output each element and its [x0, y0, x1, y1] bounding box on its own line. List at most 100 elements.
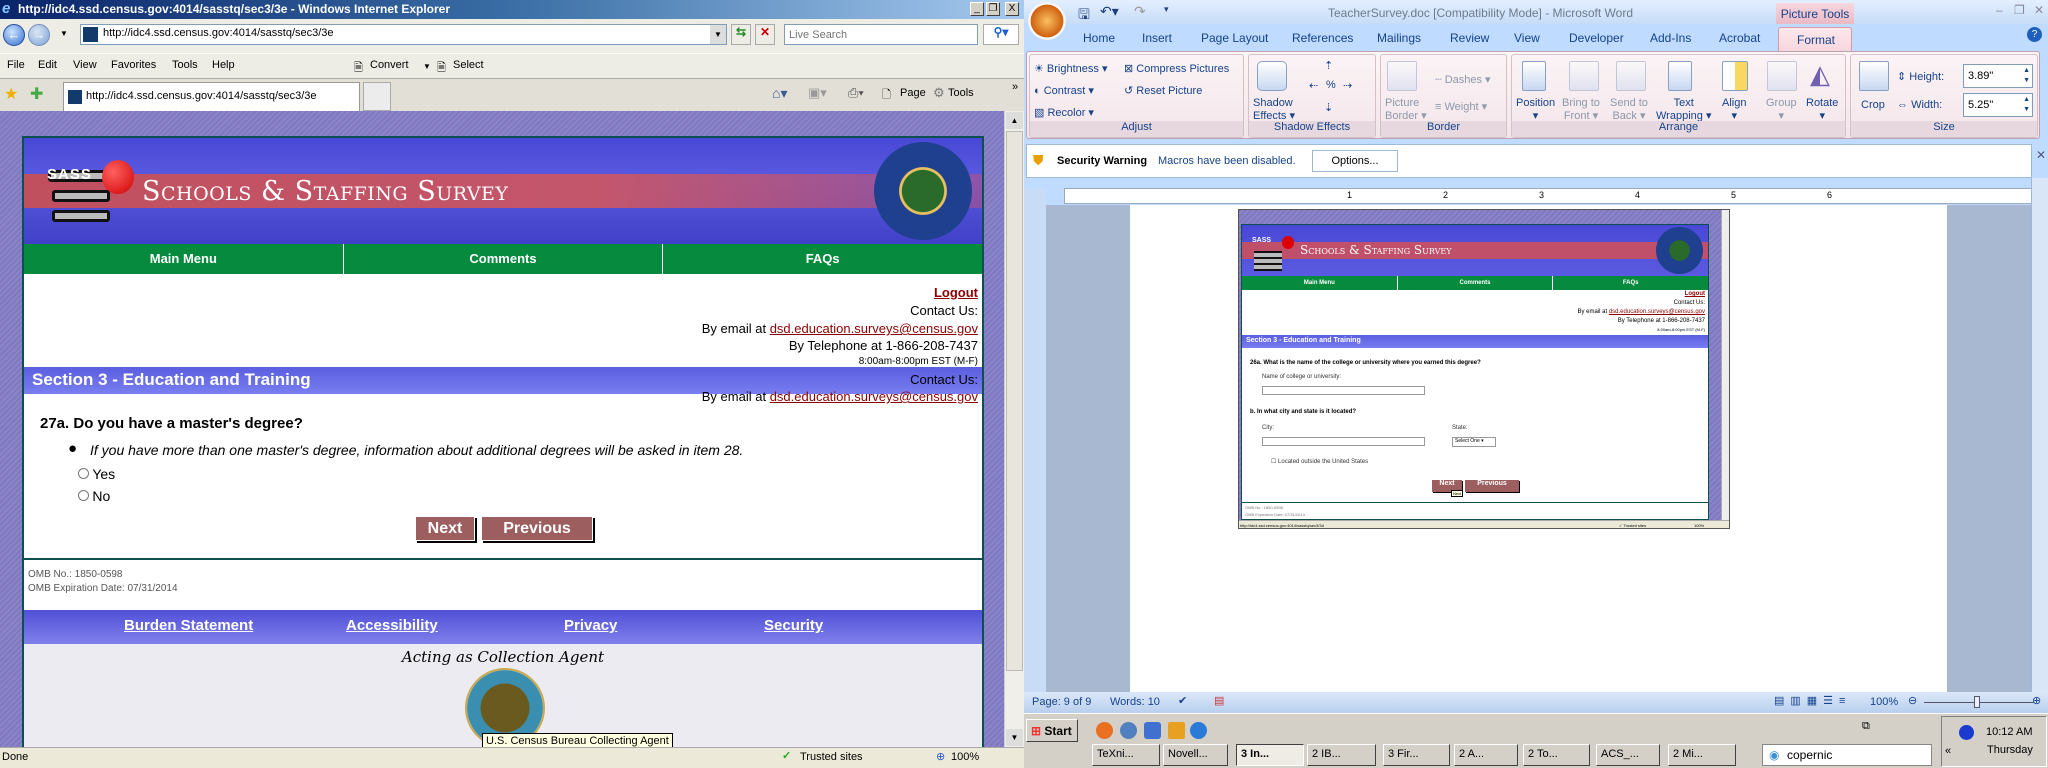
tab-page-layout[interactable]: Page Layout: [1201, 31, 1268, 45]
brightness-button[interactable]: ☀ Brightness ▾: [1034, 62, 1107, 75]
rotate-icon[interactable]: ◭: [1810, 59, 1830, 90]
task-acs[interactable]: ACS_...: [1596, 744, 1660, 766]
height-spinner-icon[interactable]: ▲ ▼: [2023, 66, 2030, 86]
address-bar[interactable]: http://idc4.ssd.census.gov:4014/sasstq/s…: [80, 24, 727, 45]
tab-developer[interactable]: Developer: [1569, 31, 1624, 45]
align-icon[interactable]: [1722, 61, 1748, 91]
group-button[interactable]: Group ▾: [1766, 97, 1797, 122]
tab-add-ins[interactable]: Add-Ins: [1650, 31, 1691, 45]
radio-yes[interactable]: [78, 468, 89, 479]
task-acrobat[interactable]: 2 A...: [1454, 744, 1518, 766]
burden-statement-link[interactable]: Burden Statement: [124, 617, 253, 634]
undo-icon[interactable]: ↶▾: [1100, 3, 1119, 20]
options-button[interactable]: Options...: [1312, 150, 1398, 172]
security-link[interactable]: Security: [764, 617, 823, 634]
search-button[interactable]: ⚲▾: [983, 24, 1019, 45]
browser-tab-active[interactable]: http://idc4.ssd.census.gov:4014/sasstq/s…: [63, 82, 360, 111]
tab-review[interactable]: Review: [1450, 31, 1489, 45]
picture-border-icon[interactable]: [1387, 61, 1417, 91]
convert-dropdown-icon[interactable]: ▼: [423, 62, 431, 71]
quick-access-customize-icon[interactable]: ▾: [1164, 4, 1169, 15]
word-restore-button[interactable]: ❐: [2014, 3, 2025, 17]
crop-icon[interactable]: [1859, 61, 1889, 91]
view-buttons[interactable]: ▤▥▦☰≡: [1774, 694, 1851, 707]
horizontal-ruler[interactable]: 1 2 3 4 5 6: [1064, 188, 2032, 204]
nav-main-menu[interactable]: Main Menu: [24, 244, 344, 274]
nav-comments[interactable]: Comments: [344, 244, 664, 274]
embedded-survey-screenshot[interactable]: SASS Schools & Staffing Survey Main Menu…: [1238, 209, 1730, 529]
page-count[interactable]: Page: 9 of 9: [1032, 696, 1091, 708]
favorites-star-icon[interactable]: ★: [4, 84, 18, 104]
menu-tools[interactable]: Tools: [172, 59, 198, 71]
privacy-link[interactable]: Privacy: [564, 617, 617, 634]
vertical-scrollbar[interactable]: ▲ ▼: [1004, 111, 1024, 747]
tab-home[interactable]: Home: [1083, 31, 1115, 45]
office-button[interactable]: [1028, 2, 1066, 40]
text-wrapping-icon[interactable]: [1668, 61, 1692, 91]
send-to-back-button[interactable]: Send to Back ▾: [1610, 97, 1648, 122]
tab-insert[interactable]: Insert: [1142, 31, 1172, 45]
page-menu[interactable]: Page: [900, 87, 926, 99]
accessibility-link[interactable]: Accessibility: [346, 617, 438, 634]
menu-favorites[interactable]: Favorites: [111, 59, 156, 71]
tab-references[interactable]: References: [1292, 31, 1353, 45]
zoom-slider-thumb[interactable]: [1974, 696, 1980, 708]
width-input[interactable]: 5.25" ▲ ▼: [1963, 93, 2033, 117]
task-firefox[interactable]: 3 Fir...: [1383, 744, 1450, 766]
option-yes[interactable]: Yes: [78, 466, 115, 482]
new-tab-button[interactable]: [363, 82, 391, 111]
send-to-back-icon[interactable]: [1616, 61, 1646, 91]
firefox-quicklaunch-icon[interactable]: [1096, 722, 1113, 739]
convert-button[interactable]: Convert: [370, 59, 409, 71]
task-novell[interactable]: Novell...: [1163, 744, 1228, 766]
crop-button[interactable]: Crop: [1861, 99, 1885, 111]
position-icon[interactable]: [1522, 61, 1546, 91]
email-link[interactable]: dsd.education.surveys@census.gov: [770, 389, 978, 404]
menu-edit[interactable]: Edit: [38, 59, 57, 71]
align-button[interactable]: Align ▾: [1722, 97, 1746, 122]
redo-icon[interactable]: ↷: [1134, 3, 1146, 20]
network-tray-icon[interactable]: [1959, 725, 1974, 740]
close-button[interactable]: X: [1005, 2, 1019, 16]
weight-button[interactable]: ≡ Weight ▾: [1435, 100, 1487, 113]
zoom-level[interactable]: 100%: [951, 751, 979, 763]
task-internet-explorer[interactable]: 3 In...: [1236, 744, 1304, 766]
shadow-effects-button[interactable]: Shadow Effects ▾: [1253, 97, 1295, 122]
shadow-toggle-icon[interactable]: %: [1326, 79, 1336, 91]
radio-no[interactable]: [78, 490, 89, 501]
menu-view[interactable]: View: [73, 59, 97, 71]
rotate-button[interactable]: Rotate ▾: [1806, 97, 1838, 122]
feeds-icon[interactable]: ▣▾: [808, 85, 827, 101]
media-player-quicklaunch-icon[interactable]: [1120, 722, 1137, 739]
group-icon[interactable]: [1767, 61, 1797, 91]
shadow-effects-icon[interactable]: [1257, 61, 1287, 91]
logout-link[interactable]: Logout: [934, 285, 978, 300]
app-quicklaunch-icon[interactable]: [1144, 722, 1161, 739]
previous-button[interactable]: Previous: [481, 516, 593, 541]
add-favorites-icon[interactable]: ✚: [30, 84, 43, 104]
next-button[interactable]: Next: [415, 516, 475, 541]
menu-file[interactable]: File: [7, 59, 25, 71]
tab-format-active[interactable]: Format: [1778, 27, 1852, 52]
forward-button[interactable]: →: [28, 24, 50, 46]
ie-quicklaunch-icon[interactable]: [1190, 722, 1207, 739]
help-icon[interactable]: ?: [2027, 27, 2042, 42]
scroll-down-icon[interactable]: ▼: [1006, 729, 1023, 746]
bring-to-front-button[interactable]: Bring to Front ▾: [1562, 97, 1600, 122]
text-wrapping-button[interactable]: Text Wrapping ▾: [1656, 97, 1711, 122]
tab-mailings[interactable]: Mailings: [1377, 31, 1421, 45]
desktop-toggle-icon[interactable]: ⧉: [1862, 720, 1870, 733]
zoom-in-icon[interactable]: ⊕: [2032, 694, 2041, 707]
clock-time[interactable]: 10:12 AM: [1986, 726, 2032, 738]
refresh-button[interactable]: ⇆: [731, 24, 751, 45]
proofing-icon[interactable]: ✔: [1178, 694, 1187, 707]
zoom-percent[interactable]: 100%: [1870, 696, 1898, 708]
home-icon[interactable]: ⌂▾: [772, 85, 787, 102]
tab-view[interactable]: View: [1514, 31, 1540, 45]
close-security-bar-icon[interactable]: ✕: [2036, 148, 2046, 162]
tray-expand-icon[interactable]: «: [1945, 745, 1951, 757]
live-search-input[interactable]: [784, 24, 978, 45]
nudge-left-icon[interactable]: ⇠: [1309, 79, 1318, 92]
address-dropdown-icon[interactable]: ▼: [710, 25, 726, 44]
print-icon[interactable]: ⎙▾: [848, 85, 864, 101]
